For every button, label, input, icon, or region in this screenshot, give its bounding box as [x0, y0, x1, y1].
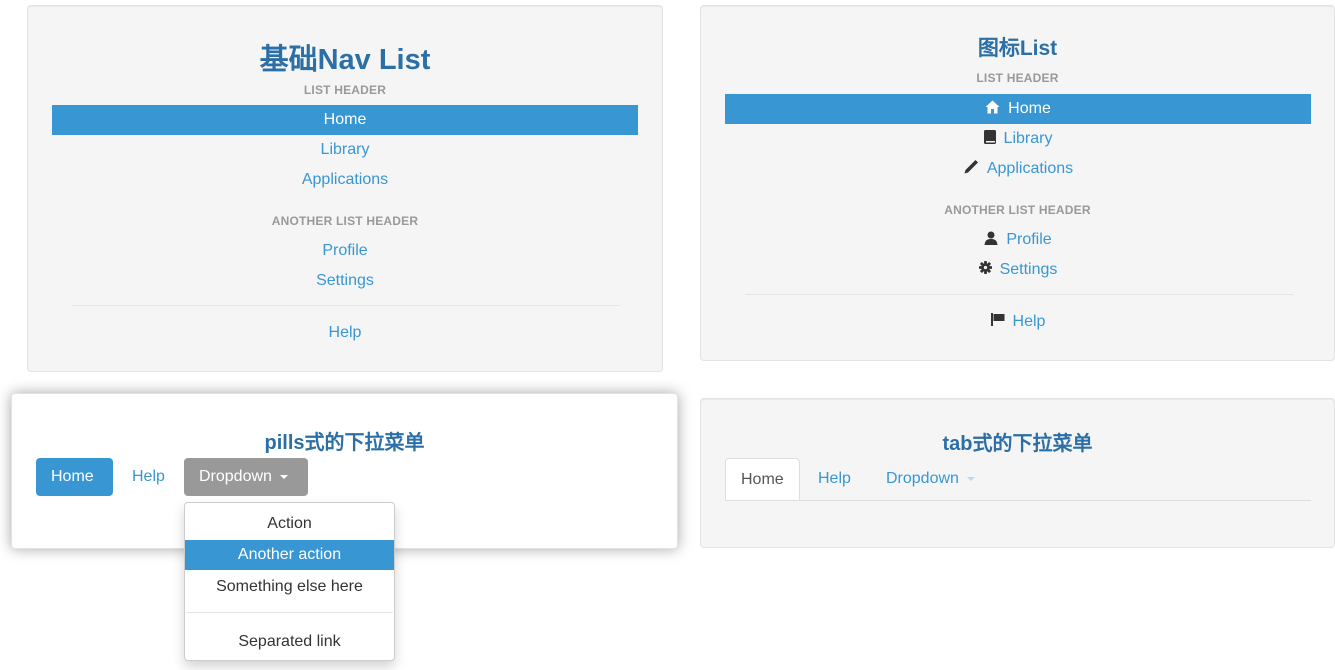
basic-nav-item-profile[interactable]: Profile	[52, 236, 638, 266]
caret-down-icon	[966, 476, 975, 481]
basic-nav-item-settings[interactable]: Settings	[52, 266, 638, 296]
basic-nav-well: 基础Nav List LIST HEADER Home Library Appl…	[27, 5, 663, 372]
icon-nav-item-home-label: Home	[1008, 100, 1051, 117]
pill-dropdown-label: Dropdown	[199, 468, 272, 485]
pills-dropdown-menu: Action Another action Something else her…	[184, 502, 395, 661]
cog-icon	[978, 261, 992, 275]
tab-help[interactable]: Help	[803, 458, 866, 500]
book-icon	[983, 129, 996, 144]
pencil-icon	[963, 159, 979, 175]
pills-title: pills式的下拉菜单	[264, 432, 425, 454]
basic-nav-list-header: LIST HEADER	[303, 83, 387, 97]
tab-dropdown[interactable]: Dropdown	[871, 458, 990, 500]
pill-home[interactable]: Home	[36, 458, 113, 496]
icon-nav-item-home[interactable]: Home	[725, 94, 1311, 124]
icon-nav-item-settings[interactable]: Settings	[725, 255, 1311, 285]
basic-nav-divider	[72, 305, 620, 306]
pill-help[interactable]: Help	[117, 458, 180, 496]
icon-nav-item-profile[interactable]: Profile	[725, 225, 1311, 255]
pill-dropdown[interactable]: Dropdown	[184, 458, 308, 496]
basic-nav-item-help[interactable]: Help	[52, 318, 638, 348]
icon-nav-title: 图标List	[977, 37, 1058, 60]
icon-nav-item-applications-label: Applications	[986, 160, 1074, 177]
basic-nav-title: 基础Nav List	[259, 44, 431, 76]
tab-dropdown-label: Dropdown	[886, 470, 959, 487]
dropdown-item-something-else[interactable]: Something else here	[185, 572, 394, 602]
icon-nav-item-library-label: Library	[1003, 130, 1053, 147]
user-icon	[984, 231, 998, 245]
tab-home[interactable]: Home	[725, 458, 800, 500]
caret-down-icon	[279, 474, 288, 479]
dropdown-item-another-action[interactable]: Another action	[185, 540, 394, 570]
icon-nav-item-applications[interactable]: Applications	[725, 154, 1311, 184]
basic-nav-item-home[interactable]: Home	[52, 105, 638, 135]
icon-nav-divider	[745, 294, 1293, 295]
icon-nav-item-profile-label: Profile	[1006, 231, 1052, 248]
dropdown-divider	[186, 612, 393, 613]
icon-nav-item-settings-label: Settings	[999, 261, 1058, 278]
tabs-title: tab式的下拉菜单	[942, 433, 1093, 455]
icon-nav-item-help-label: Help	[1012, 313, 1046, 330]
icon-nav-list-header: LIST HEADER	[976, 71, 1059, 85]
icon-nav-well: 图标List LIST HEADER Home Library Applicat…	[700, 5, 1335, 361]
basic-nav-item-applications[interactable]: Applications	[52, 165, 638, 195]
dropdown-item-separated-link[interactable]: Separated link	[185, 627, 394, 657]
icon-nav-item-library[interactable]: Library	[725, 124, 1311, 154]
flag-icon	[990, 313, 1005, 327]
basic-nav-another-header: ANOTHER LIST HEADER	[271, 214, 419, 228]
home-icon	[985, 100, 1000, 114]
dropdown-item-action[interactable]: Action	[185, 509, 394, 539]
tabs-well: tab式的下拉菜单 Home Help Dropdown	[700, 398, 1335, 548]
tabs-baseline	[725, 500, 1311, 501]
basic-nav-item-library[interactable]: Library	[52, 135, 638, 165]
icon-nav-another-header: ANOTHER LIST HEADER	[944, 203, 1091, 217]
icon-nav-item-help[interactable]: Help	[725, 307, 1311, 337]
